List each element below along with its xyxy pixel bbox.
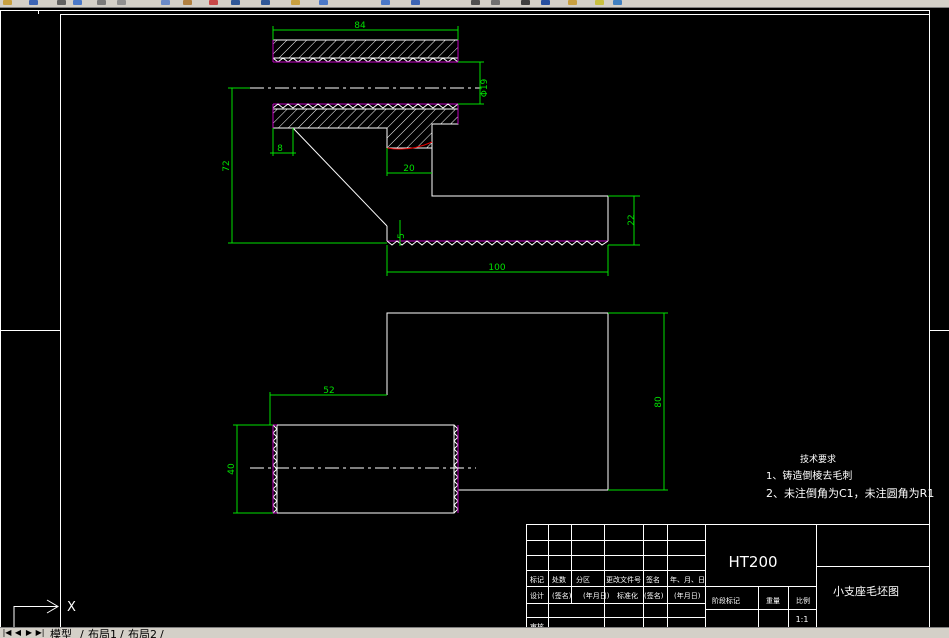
- standard-toolbar: [0, 0, 949, 8]
- svg-text:处数: 处数: [552, 575, 566, 584]
- svg-text:设计: 设计: [530, 591, 544, 600]
- preview-icon[interactable]: [72, 0, 83, 6]
- plan-dimensions: [233, 312, 668, 514]
- properties-icon[interactable]: [410, 0, 421, 6]
- svg-text:标记: 标记: [530, 575, 544, 584]
- dim-5: 5: [397, 233, 407, 239]
- copy-icon[interactable]: [160, 0, 171, 6]
- dim-84: 84: [354, 21, 366, 31]
- svg-text:(年月日): (年月日): [583, 591, 610, 600]
- notes-line2: 2、未注倒角为C1，未注圆角为R1: [766, 486, 934, 500]
- material-label: HT200: [728, 553, 777, 571]
- upper-bore-wall: [272, 39, 459, 59]
- dim-72: 72: [222, 160, 232, 171]
- ucs-icon: X: [13, 599, 76, 627]
- dim-40: 40: [227, 463, 237, 475]
- layer-previous-icon[interactable]: [612, 0, 623, 6]
- publish-icon[interactable]: [96, 0, 107, 6]
- tool-palettes-icon[interactable]: [490, 0, 501, 6]
- zoom-window-icon[interactable]: [380, 0, 391, 6]
- svg-text:签名: 签名: [646, 575, 660, 584]
- calculator-icon[interactable]: [520, 0, 531, 6]
- plan-dim-text: 80 52 40: [227, 386, 664, 475]
- svg-text:比例: 比例: [796, 596, 810, 605]
- layout-tab-bar: |◀ ◀ ▶ ▶| 模型 / 布局1 / 布局2 /: [0, 627, 949, 638]
- dim-100: 100: [488, 263, 505, 273]
- technical-notes: 技术要求 1、铸造倒棱去毛刺 2、未注倒角为C1，未注圆角为R1: [766, 453, 934, 500]
- open-icon[interactable]: [2, 0, 13, 6]
- dim-phi19: Φ19: [480, 78, 490, 97]
- base-section: [272, 108, 459, 149]
- pan-icon[interactable]: [290, 0, 301, 6]
- print-icon[interactable]: [56, 0, 67, 6]
- drawing-canvas[interactable]: 84 Φ19 72 8 20 5 22 100 80 52 40 技术要求 1、…: [0, 8, 949, 627]
- zoom-realtime-icon[interactable]: [318, 0, 329, 6]
- svg-text:分区: 分区: [576, 575, 590, 584]
- help-icon[interactable]: [540, 0, 551, 6]
- section-dimensions: [228, 26, 640, 276]
- section-view: [250, 39, 609, 246]
- svg-text:年、月、日: 年、月、日: [670, 575, 705, 584]
- undo-icon[interactable]: [230, 0, 241, 6]
- svg-text:更改文件号: 更改文件号: [606, 575, 641, 584]
- match-properties-icon[interactable]: [208, 0, 219, 6]
- notes-title: 技术要求: [800, 453, 836, 465]
- part-name: 小支座毛坯图: [833, 584, 899, 598]
- paste-icon[interactable]: [182, 0, 193, 6]
- svg-text:标准化: 标准化: [617, 591, 638, 600]
- design-center-icon[interactable]: [470, 0, 481, 6]
- svg-text:阶段标记: 阶段标记: [712, 596, 740, 605]
- dim-80: 80: [654, 396, 664, 408]
- svg-text:(年月日): (年月日): [674, 591, 701, 600]
- cut-icon[interactable]: [116, 0, 127, 6]
- save-icon[interactable]: [28, 0, 39, 6]
- svg-text:重量: 重量: [766, 597, 780, 605]
- dim-22: 22: [627, 214, 637, 225]
- svg-text:(签名): (签名): [552, 591, 572, 600]
- redo-icon[interactable]: [260, 0, 271, 6]
- notes-line1: 1、铸造倒棱去毛刺: [766, 469, 852, 482]
- plan-view: [250, 312, 609, 514]
- title-block-text: HT200 小支座毛坯图 标记 处数 分区 更改文件号 签名 年、月、日 设计 …: [530, 553, 899, 627]
- drawing-border: [0, 10, 949, 627]
- ucs-x-label: X: [67, 600, 76, 615]
- dim-20: 20: [403, 164, 415, 174]
- dim-52: 52: [323, 386, 334, 396]
- dim-8: 8: [277, 144, 283, 154]
- layer-state-icon[interactable]: [594, 0, 605, 6]
- svg-text:(签名): (签名): [644, 591, 664, 600]
- scale-value: 1:1: [796, 615, 809, 624]
- layer-icon[interactable]: [567, 0, 578, 6]
